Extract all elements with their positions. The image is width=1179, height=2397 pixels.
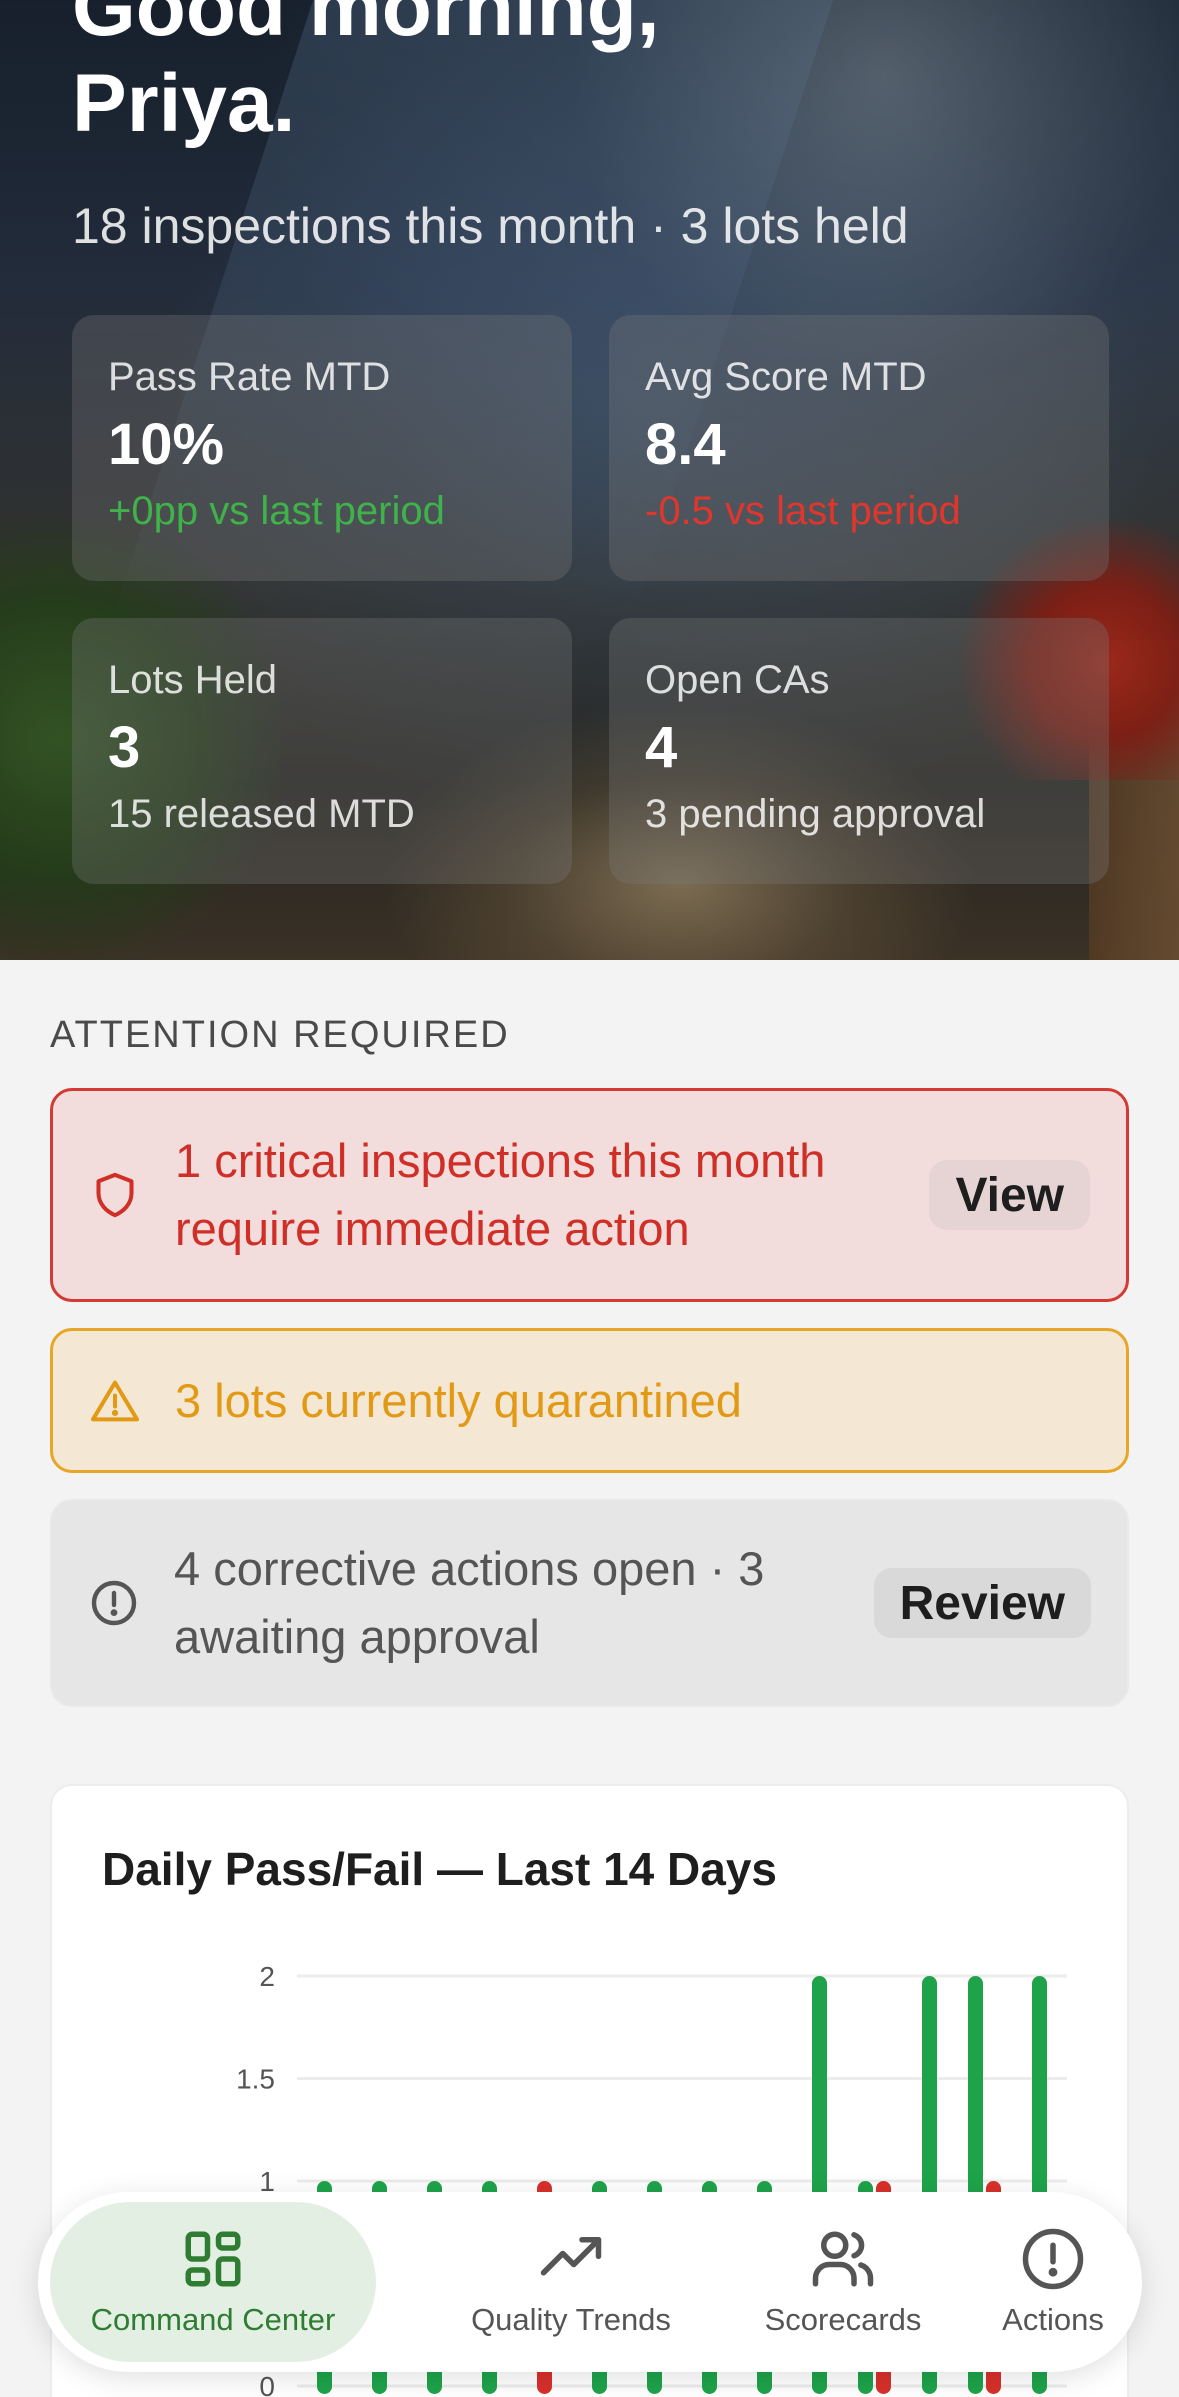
nav-label: Quality Trends <box>471 2302 671 2337</box>
shield-icon <box>89 1169 141 1221</box>
stat-card-open-cas[interactable]: Open CAs 4 3 pending approval <box>609 618 1109 884</box>
greeting-title: Good morning, Priya. <box>72 0 660 149</box>
y-tick-label: 2 <box>259 1961 275 1992</box>
users-icon <box>812 2231 874 2287</box>
info-alert-text: 4 corrective actions open · 3 awaiting a… <box>174 1542 765 1663</box>
nav-actions[interactable]: Actions <box>968 2202 1138 2362</box>
stat-value: 4 <box>645 715 678 780</box>
warning-alert[interactable]: 3 lots currently quarantined <box>50 1328 1129 1473</box>
critical-alert-text: 1 critical inspections this month requir… <box>175 1134 826 1255</box>
nav-label: Actions <box>1002 2302 1104 2337</box>
grid-icon <box>185 2231 241 2287</box>
y-tick-label: 1.5 <box>236 2064 275 2095</box>
stat-subtext: 3 pending approval <box>645 792 986 836</box>
warning-triangle-icon <box>89 1375 141 1427</box>
stat-value: 3 <box>108 715 141 780</box>
y-tick-label: 0 <box>259 2371 275 2397</box>
bottom-navigation: Command Center Quality Trends Scorecards… <box>38 2192 1142 2372</box>
stat-card-avg-score[interactable]: Avg Score MTD 8.4 -0.5 vs last period <box>609 315 1109 581</box>
stat-subtext: 15 released MTD <box>108 792 415 836</box>
stat-value: 8.4 <box>645 412 726 477</box>
hero-banner: Good morning, Priya. 18 inspections this… <box>0 0 1179 960</box>
stat-card-pass-rate[interactable]: Pass Rate MTD 10% +0pp vs last period <box>72 315 572 581</box>
critical-alert[interactable]: 1 critical inspections this month requir… <box>50 1088 1129 1302</box>
stat-card-lots-held[interactable]: Lots Held 3 15 released MTD <box>72 618 572 884</box>
nav-quality-trends[interactable]: Quality Trends <box>408 2202 734 2362</box>
alert-circle-icon <box>88 1577 140 1629</box>
warning-alert-text: 3 lots currently quarantined <box>175 1373 742 1427</box>
review-button[interactable]: Review <box>873 1568 1091 1638</box>
nav-command-center[interactable]: Command Center <box>50 2202 376 2362</box>
nav-scorecards[interactable]: Scorecards <box>718 2202 968 2362</box>
stat-label: Open CAs <box>645 658 830 702</box>
stat-label: Lots Held <box>108 658 277 702</box>
nav-label: Command Center <box>90 2302 336 2337</box>
stat-delta: -0.5 vs last period <box>645 489 961 533</box>
stat-value: 10% <box>108 412 225 477</box>
stat-delta: +0pp vs last period <box>108 489 445 533</box>
alert-circle-icon <box>1022 2228 1084 2290</box>
view-button[interactable]: View <box>929 1160 1090 1230</box>
nav-label: Scorecards <box>764 2302 922 2337</box>
greeting-subtitle: 18 inspections this month · 3 lots held <box>72 198 909 254</box>
info-alert[interactable]: 4 corrective actions open · 3 awaiting a… <box>50 1499 1129 1707</box>
trending-up-icon <box>540 2237 602 2276</box>
attention-section-title: ATTENTION REQUIRED <box>50 1014 510 1056</box>
stat-label: Pass Rate MTD <box>108 355 391 399</box>
stat-label: Avg Score MTD <box>645 355 927 399</box>
